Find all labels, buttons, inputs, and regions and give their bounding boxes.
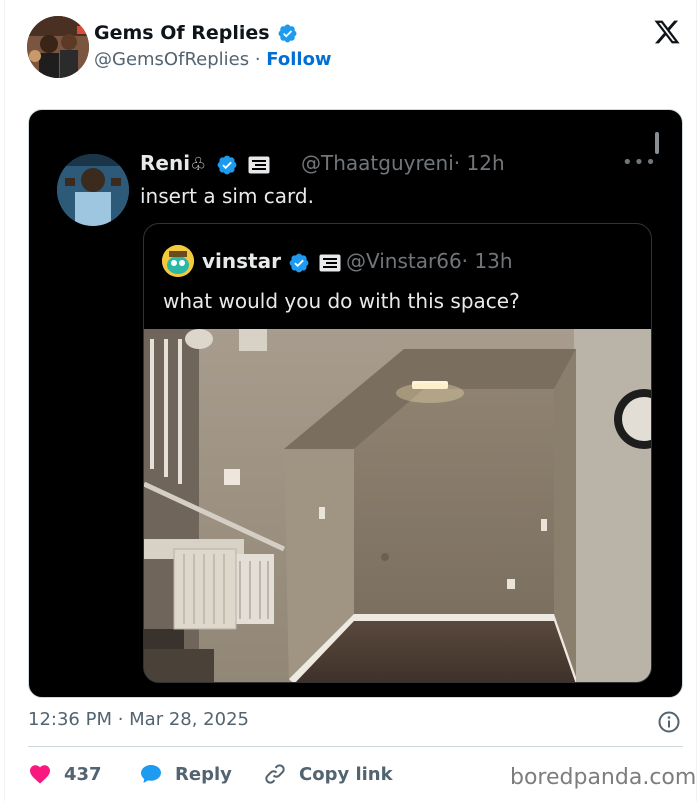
author-name[interactable]: Gems Of Replies xyxy=(94,22,270,44)
link-icon xyxy=(265,764,285,784)
quoted-post-text: what would you do with this space? xyxy=(163,289,520,313)
watermark: boredpanda.com xyxy=(510,765,697,790)
tweet-card: Gems Of Replies @GemsOfReplies · Follow … xyxy=(4,0,697,801)
divider xyxy=(28,746,683,747)
like-count: 437 xyxy=(64,763,102,785)
affiliate-badge-icon xyxy=(248,156,270,173)
quoted-author-name: vinstar xyxy=(202,249,341,274)
verified-badge-icon xyxy=(278,24,297,43)
verified-badge-icon xyxy=(289,253,309,272)
post-timestamp[interactable]: 12:36 PM · Mar 28, 2025 xyxy=(28,709,249,730)
scrollbar xyxy=(655,132,659,154)
author-avatar[interactable] xyxy=(27,16,89,78)
embedded-media[interactable]: Reni♧ @Thaatguyreni· 12h ••• insert a si… xyxy=(28,109,683,698)
follow-button[interactable]: Follow xyxy=(266,49,331,70)
inner-author-handle: @Thaatguyreni xyxy=(301,151,454,175)
like-button[interactable]: 437 xyxy=(28,762,102,786)
affiliate-badge-icon xyxy=(319,254,341,271)
quoted-author-handle-row: @Vinstar66· 13h xyxy=(346,249,513,273)
alcove-photo xyxy=(144,329,651,682)
quoted-post: vinstar @Vinstar66· 13h what would you d… xyxy=(143,223,652,683)
author-handle[interactable]: @GemsOfReplies xyxy=(94,49,249,70)
inner-author-name: Reni♧ xyxy=(140,151,270,176)
quoted-post-time: · 13h xyxy=(461,249,513,273)
separator: · xyxy=(254,49,261,70)
more-icon: ••• xyxy=(622,152,657,173)
info-icon[interactable] xyxy=(657,710,681,734)
x-logo-icon[interactable] xyxy=(652,18,682,46)
reply-icon xyxy=(141,765,161,783)
verified-badge-icon xyxy=(217,155,237,174)
inner-author-handle-row: @Thaatguyreni· 12h xyxy=(301,151,505,175)
heart-icon xyxy=(30,765,50,784)
quoted-author-handle: @Vinstar66 xyxy=(346,249,462,273)
inner-post-time: · 12h xyxy=(453,151,505,175)
copy-link-label: Copy link xyxy=(299,763,393,785)
reply-label: Reply xyxy=(175,763,232,785)
inner-post-text: insert a sim card. xyxy=(140,184,314,208)
author-handle-row: @GemsOfReplies · Follow xyxy=(94,49,332,70)
quoted-author-avatar xyxy=(162,245,194,277)
inner-author-avatar xyxy=(57,154,129,226)
club-icon: ♧ xyxy=(190,154,207,175)
copy-link-button[interactable]: Copy link xyxy=(263,762,393,786)
reply-button[interactable]: Reply xyxy=(139,762,232,786)
